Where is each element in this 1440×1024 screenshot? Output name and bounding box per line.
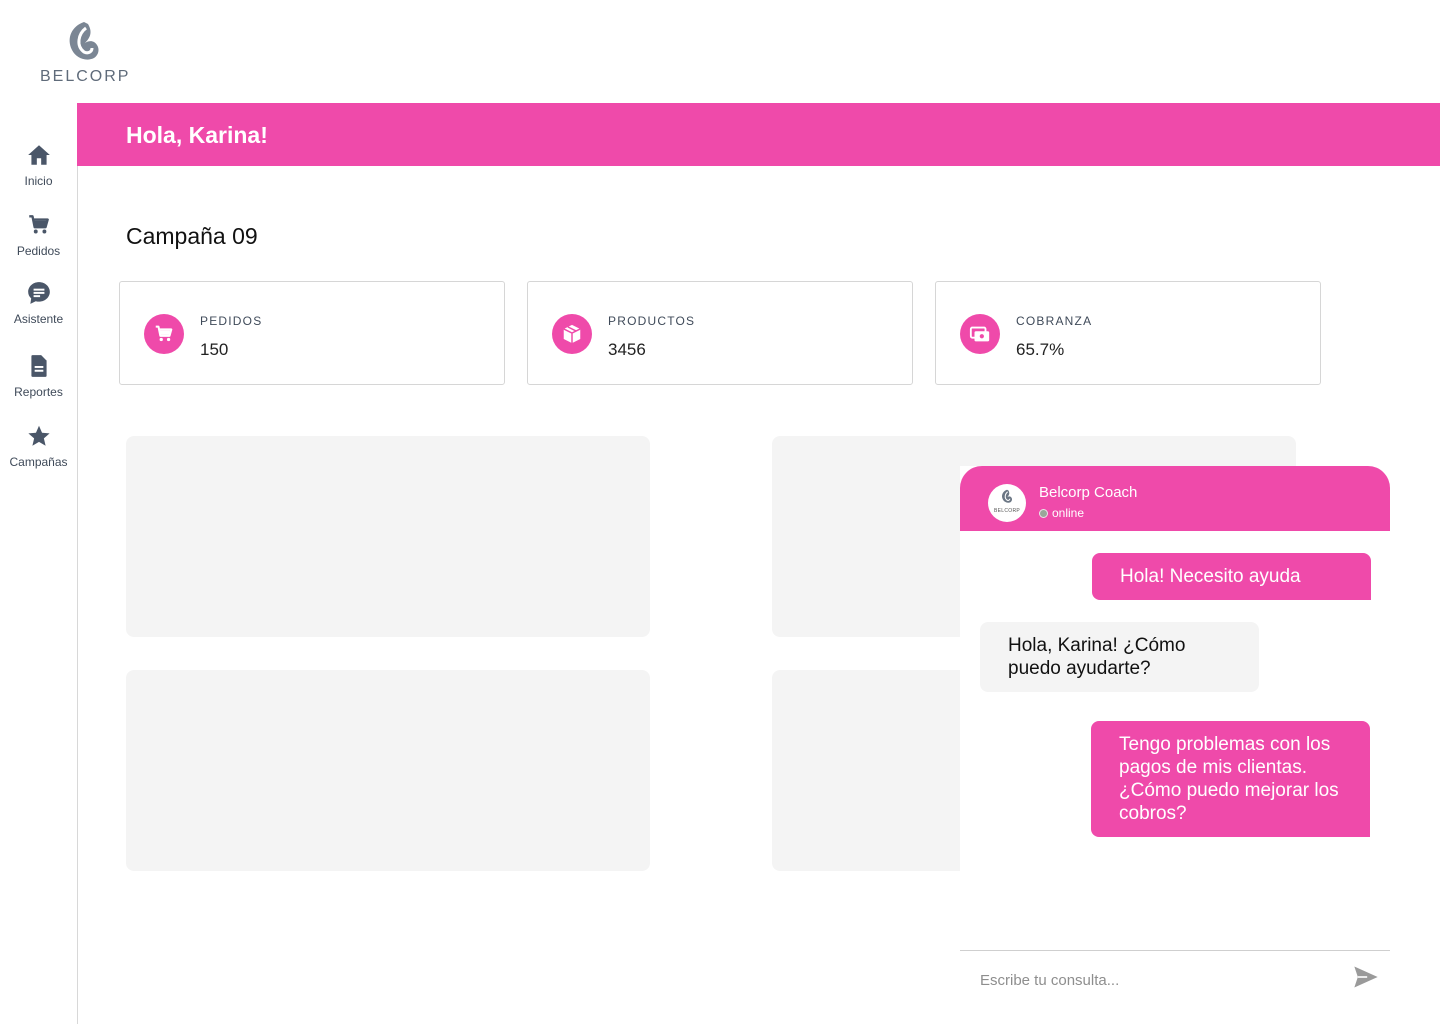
stat-value: 3456 [608,340,646,359]
sidebar-item-pedidos[interactable]: Pedidos [0,212,77,258]
sidebar-item-inicio[interactable]: Inicio [0,142,77,188]
status-dot-icon [1039,508,1048,518]
chat-input[interactable] [980,966,1340,994]
content-panel-3 [126,670,650,871]
campaign-title: Campaña 09 [126,223,258,249]
belcorp-logo-icon [1002,489,1013,503]
chat-header: BELCORP Belcorp Coach online [960,466,1390,531]
send-icon [1354,966,1378,988]
status-text: online [1052,506,1085,520]
sidebar-divider [77,166,78,1024]
stat-card-pedidos[interactable]: PEDIDOS 150 [119,281,505,385]
header-bar: Hola, Karina! [77,103,1440,166]
chat-title: Belcorp Coach [1039,484,1138,501]
sidebar-item-label: Reportes [14,385,63,399]
avatar: BELCORP [988,484,1026,522]
star-icon [27,425,50,446]
chat-icon [27,282,50,304]
message-user: Tengo problemas con los pagos de mis cli… [1091,721,1370,837]
stat-card-productos[interactable]: PRODUCTOS 3456 [527,281,913,385]
sidebar-item-label: Pedidos [16,244,61,258]
sidebar-item-label: Inicio [24,174,53,188]
sidebar: Inicio Pedidos Asistente Reportes Campañ… [0,130,77,1024]
content-panel-1 [126,436,650,637]
cart-icon [28,215,49,234]
message-bot: Hola, Karina! ¿Cómo puedo ayudarte? [980,622,1259,692]
logo-text: BELCORP [40,68,131,85]
sidebar-item-asistente[interactable]: Asistente [0,280,77,326]
chat-widget: BELCORP Belcorp Coach online Hola! Neces… [960,466,1390,1024]
cart-icon [144,314,184,354]
avatar-text: BELCORP [994,508,1020,514]
home-icon [27,145,50,165]
stat-value: 65.7% [1016,340,1065,359]
stat-label: COBRANZA [1016,314,1093,328]
belcorp-logo: BELCORP [36,18,132,90]
send-button[interactable] [1352,963,1382,993]
stat-label: PRODUCTOS [608,314,696,328]
document-icon [30,355,47,377]
money-icon [960,314,1000,354]
chat-status: online [1039,506,1084,520]
sidebar-item-reportes[interactable]: Reportes [0,353,77,399]
greeting-title: Hola, Karina! [126,122,268,148]
belcorp-logo-icon [69,22,99,60]
stat-value: 150 [200,340,229,359]
sidebar-item-label: Asistente [13,312,64,326]
message-user: Hola! Necesito ayuda [1092,553,1371,600]
box-icon [552,314,592,354]
stat-label: PEDIDOS [200,314,263,328]
sidebar-item-label: Campañas [9,455,68,469]
chat-input-divider [960,950,1390,951]
stat-card-cobranza[interactable]: COBRANZA 65.7% [935,281,1321,385]
sidebar-item-campanas[interactable]: Campañas [0,423,77,469]
